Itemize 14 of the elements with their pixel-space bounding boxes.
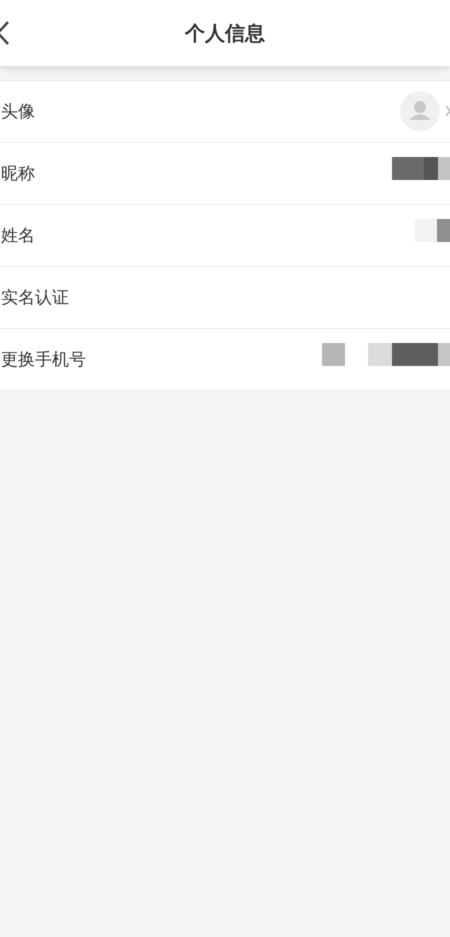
row-label: 更换手机号: [1, 349, 86, 371]
settings-row[interactable]: 昵称: [0, 143, 450, 205]
settings-row[interactable]: 姓名: [0, 205, 450, 267]
settings-row[interactable]: 头像: [0, 81, 450, 143]
settings-row[interactable]: 更换手机号: [0, 329, 450, 391]
row-label: 昵称: [1, 163, 35, 185]
settings-row[interactable]: 实名认证: [0, 267, 450, 329]
row-label: 头像: [1, 101, 35, 123]
pixelated-value: [392, 157, 450, 180]
page-title: 个人信息: [185, 20, 265, 46]
avatar-icon: [400, 91, 440, 131]
row-label: 姓名: [1, 225, 35, 247]
row-label: 实名认证: [1, 287, 69, 309]
chevron-icon: [445, 105, 450, 117]
